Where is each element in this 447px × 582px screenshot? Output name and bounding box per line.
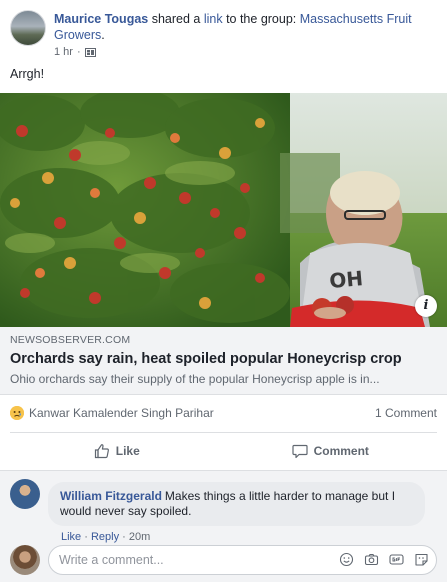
divider	[10, 432, 437, 433]
commenter-avatar[interactable]	[10, 479, 40, 509]
commenter-name[interactable]: William Fitzgerald	[60, 489, 162, 503]
author-name-link[interactable]: Maurice Tougas	[54, 12, 148, 26]
post-actions: Like Comment	[10, 437, 437, 465]
info-icon[interactable]: i	[415, 295, 437, 317]
link-preview-caption[interactable]: NEWSOBSERVER.COM Orchards say rain, heat…	[0, 327, 447, 395]
camera-icon[interactable]	[364, 552, 379, 567]
link-word[interactable]: link	[204, 12, 223, 26]
comment-meta-sep: ·	[81, 531, 91, 543]
shared-text: shared a	[148, 12, 204, 26]
reactions-summary[interactable]: Kanwar Kamalender Singh Parihar	[10, 406, 214, 420]
reactor-name[interactable]: Kanwar Kamalender Singh Parihar	[29, 406, 214, 420]
post-header-text: Maurice Tougas shared a link to the grou…	[54, 11, 434, 43]
comment-count[interactable]: 1 Comment	[375, 406, 437, 420]
post-time[interactable]: 1 hr	[54, 46, 73, 58]
sad-reaction-icon	[10, 406, 24, 420]
comment-bubble: William Fitzgerald Makes things a little …	[48, 482, 425, 526]
post-message: Arrgh!	[10, 67, 45, 81]
comment-composer: Write a comment...	[10, 545, 437, 575]
link-description: Ohio orchards say their supply of the po…	[10, 372, 380, 386]
comment-meta-sep: ·	[119, 531, 129, 543]
link-headline[interactable]: Orchards say rain, heat spoiled popular …	[10, 351, 437, 367]
comments-section: William Fitzgerald Makes things a little …	[0, 470, 447, 582]
post-meta: 1 hr ·	[54, 46, 96, 58]
orchard-photo: OH	[0, 93, 447, 327]
comment-time[interactable]: 20m	[129, 531, 150, 543]
to-group-text: to the group:	[222, 12, 300, 26]
comment-like-link[interactable]: Like	[61, 531, 81, 543]
post-header: Maurice Tougas shared a link to the grou…	[10, 10, 440, 60]
composer-icons	[339, 552, 429, 567]
comment-reply-link[interactable]: Reply	[91, 531, 119, 543]
like-button[interactable]: Like	[10, 437, 224, 465]
emoji-icon[interactable]	[339, 552, 354, 567]
sticker-icon[interactable]	[414, 552, 429, 567]
comment-label: Comment	[313, 444, 369, 458]
thumbs-up-icon	[94, 443, 110, 459]
author-avatar[interactable]	[10, 10, 46, 46]
meta-dot: ·	[76, 46, 81, 58]
link-preview-image[interactable]: OH i	[0, 93, 447, 327]
group-privacy-icon	[84, 47, 96, 58]
reactions-bar: Kanwar Kamalender Singh Parihar 1 Commen…	[10, 402, 437, 424]
group-suffix: .	[101, 28, 105, 42]
gif-icon[interactable]	[389, 552, 404, 567]
link-source-domain: NEWSOBSERVER.COM	[10, 334, 131, 346]
comment-bubble-icon	[291, 443, 308, 459]
comment-button[interactable]: Comment	[224, 437, 438, 465]
svg-text:OH: OH	[328, 266, 364, 293]
comment-actions: Like · Reply · 20m	[61, 531, 150, 543]
current-user-avatar	[10, 545, 40, 575]
like-label: Like	[115, 444, 140, 458]
